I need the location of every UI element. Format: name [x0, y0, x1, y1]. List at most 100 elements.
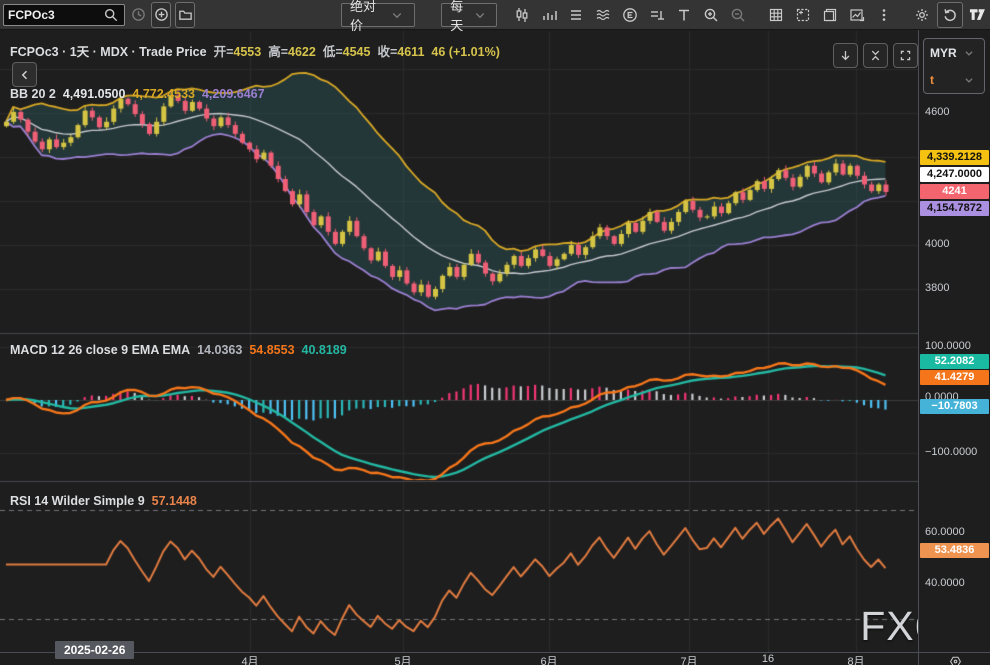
waves-icon	[594, 6, 612, 24]
events-button[interactable]	[618, 3, 642, 27]
pane-buttons	[833, 43, 918, 68]
toolbar-icon-group	[507, 2, 990, 28]
hexagon-settings-icon	[946, 652, 964, 665]
history-clock-button[interactable]	[129, 3, 147, 27]
tradingview-logo[interactable]	[966, 3, 990, 27]
text-tool-button[interactable]	[672, 3, 696, 27]
bb-basis-value: 4,491.0500	[63, 87, 126, 101]
symbol-legend-title: FCPOc3 · 1天 · MDX · Trade Price	[10, 41, 207, 60]
symbol-legend[interactable]: FCPOc3 · 1天 · MDX · Trade Price 开=4553 高…	[10, 41, 500, 60]
low-value: 4545	[343, 45, 371, 59]
bb-lower-price-badge: 4,154.7872	[920, 201, 989, 216]
chevron-down-icon	[473, 6, 488, 24]
gear-icon	[913, 6, 931, 24]
tradingview-logo-icon	[969, 6, 987, 24]
search-icon	[102, 6, 120, 24]
folder-icon	[176, 6, 194, 24]
chevron-left-icon	[16, 66, 34, 84]
bb-upper-value: 4,772.4533	[132, 87, 195, 101]
high-value: 4622	[288, 45, 316, 59]
price-mode-select[interactable]: 绝对价	[341, 3, 415, 27]
axis-tick-label: −100.0000	[925, 446, 977, 458]
unit-select[interactable]: t	[924, 66, 984, 93]
interval-select[interactable]: 每天	[441, 3, 497, 27]
last-price-badge: 4241	[920, 184, 989, 199]
zoom-out-button[interactable]	[726, 3, 750, 27]
candlestick-icon	[513, 6, 531, 24]
time-axis[interactable]: 4月 5月 6月 7月 16 8月	[0, 652, 990, 665]
zoom-in-button[interactable]	[699, 3, 723, 27]
rsi-indicator-legend[interactable]: RSI 14 Wilder Simple 9 57.1448	[10, 494, 197, 508]
macd-indicator-legend[interactable]: MACD 12 26 close 9 EMA EMA 14.0363 54.85…	[10, 343, 347, 357]
snapshot-button[interactable]	[791, 3, 815, 27]
macd-signal-badge: 52.2082	[920, 354, 989, 369]
bb-legend-title: BB 20 2	[10, 87, 56, 101]
top-toolbar: 绝对价 每天	[0, 0, 990, 30]
close-value: 4611	[397, 45, 424, 59]
macd-hist-badge: −10.7803	[920, 399, 989, 414]
settings-button[interactable]	[910, 3, 934, 27]
chevron-down-icon	[388, 6, 406, 24]
kebab-menu-icon	[875, 6, 893, 24]
low-label: 低=	[323, 45, 343, 59]
time-axis-label: 16	[762, 653, 774, 665]
zoom-out-icon	[729, 6, 747, 24]
time-axis-label: 8月	[847, 653, 864, 665]
axis-tick-label: 4000	[925, 238, 949, 250]
axis-tick-label: 100.0000	[925, 340, 971, 352]
time-axis-label: 4月	[241, 653, 258, 665]
price-mode-label: 绝对价	[350, 0, 388, 34]
macd-signal-value: 40.8189	[302, 343, 347, 357]
macd-line-badge: 41.4279	[920, 370, 989, 385]
price-axis[interactable]: MYR t 4600400038004,339.21284,247.000042…	[918, 30, 990, 652]
zoom-in-icon	[702, 6, 720, 24]
arrow-down-icon	[837, 47, 855, 65]
bb-indicator-legend[interactable]: BB 20 2 4,491.0500 4,772.4533 4,209.6467	[10, 87, 265, 101]
grid-layout-button[interactable]	[764, 3, 788, 27]
collapse-pane-button[interactable]	[863, 43, 888, 68]
macd-hist-value: 14.0363	[197, 343, 242, 357]
templates-button[interactable]	[564, 3, 588, 27]
export-chart-button[interactable]	[845, 3, 869, 27]
unit-label: t	[930, 73, 934, 87]
symbol-search[interactable]	[3, 4, 125, 26]
add-circle-icon	[152, 6, 170, 24]
axis-tick-label: 4600	[925, 106, 949, 118]
collapse-legend-button[interactable]	[12, 62, 37, 87]
watchlist-folder-button[interactable]	[175, 2, 195, 28]
bb-lower-value: 4,209.6467	[202, 87, 265, 101]
export-chart-icon	[848, 6, 866, 24]
chevron-down-icon	[960, 71, 978, 89]
symbol-search-input[interactable]	[4, 8, 102, 22]
close-label: 收=	[377, 45, 397, 59]
clock-icon	[129, 6, 147, 24]
line-tools-button[interactable]	[591, 3, 615, 27]
snapshot-icon	[794, 6, 812, 24]
macd-line-value: 54.8553	[249, 343, 294, 357]
add-symbol-button[interactable]	[151, 2, 171, 28]
rsi-value-badge: 53.4836	[920, 543, 989, 558]
maximize-icon	[897, 47, 915, 65]
crosshair-date-badge: 2025-02-26	[55, 641, 134, 659]
time-axis-label: 6月	[540, 653, 557, 665]
undo-button[interactable]	[937, 2, 963, 28]
time-axis-settings-button[interactable]	[946, 652, 964, 665]
open-label: 开=	[214, 45, 234, 59]
axis-tick-label: 3800	[925, 282, 949, 294]
collapse-icon	[867, 47, 885, 65]
time-axis-label: 5月	[394, 653, 411, 665]
time-axis-label: 7月	[680, 653, 697, 665]
indicators-button[interactable]	[537, 3, 561, 27]
currency-select[interactable]: MYR	[924, 39, 984, 66]
layout-list-icon	[567, 6, 585, 24]
more-options-button[interactable]	[872, 3, 896, 27]
axis-tick-label: 40.0000	[925, 577, 965, 589]
scroll-down-button[interactable]	[833, 43, 858, 68]
copy-chart-button[interactable]	[818, 3, 842, 27]
chart-style-button[interactable]	[510, 3, 534, 27]
maximize-pane-button[interactable]	[893, 43, 918, 68]
circled-e-icon	[621, 6, 639, 24]
compare-button[interactable]	[645, 3, 669, 27]
copy-icon	[821, 6, 839, 24]
rsi-legend-title: RSI 14 Wilder Simple 9	[10, 494, 145, 508]
